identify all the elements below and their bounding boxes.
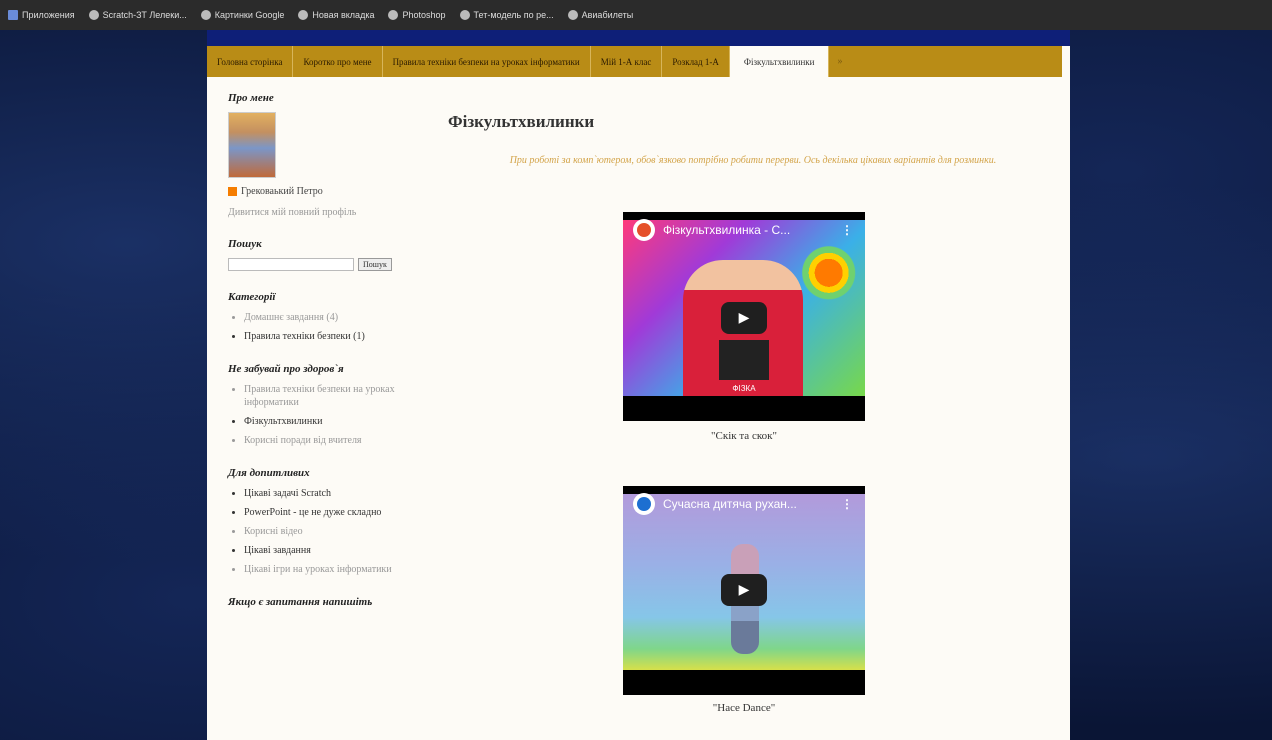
bookmark-apps[interactable]: Приложения (8, 10, 75, 20)
video-player-2[interactable]: Сучасна дитяча рухан... ⋮ ▶ (623, 486, 865, 695)
list-item[interactable]: Правила техніки безпеки (1) (244, 330, 408, 343)
globe-icon (200, 10, 211, 20)
tab-schedule[interactable]: Розклад 1-А (662, 46, 730, 77)
bookmark-test-model[interactable]: Тет-модель по ре... (459, 10, 554, 20)
bookmark-flights[interactable]: Авиабилеты (567, 10, 634, 20)
profile-name[interactable]: Грекова­ький Петро (241, 186, 323, 197)
bookmark-label: Приложения (22, 10, 75, 20)
channel-avatar[interactable] (633, 493, 655, 515)
bookmark-photoshop[interactable]: Photoshop (388, 10, 446, 20)
categories-widget: Категорії Домашнє завдання (4) Правила т… (228, 291, 408, 343)
globe-icon (567, 10, 578, 20)
tab-more[interactable]: » (829, 46, 850, 77)
list-item[interactable]: Цікаві ігри на уроках інформатики (244, 563, 408, 576)
list-item[interactable]: Домашнє завдання (4) (244, 311, 408, 324)
overlay-text: ФІЗКА (732, 384, 756, 393)
about-title: Про мене (228, 92, 274, 104)
profile-name-row: Грекова­ький Петро (228, 186, 408, 197)
apps-grid-icon (8, 10, 18, 20)
more-vert-icon[interactable]: ⋮ (841, 223, 853, 237)
post-title: Фізкультхвилинки (448, 112, 595, 131)
tab-class[interactable]: Мій 1-А клас (591, 46, 663, 77)
play-icon: ▶ (738, 310, 750, 326)
channel-avatar[interactable] (633, 219, 655, 241)
curious-widget: Для допитливих Цікаві задачі Scratch Pow… (228, 467, 408, 576)
globe-icon (459, 10, 470, 20)
blogger-navbar (207, 30, 1070, 46)
bookmark-label: Авиабилеты (581, 10, 634, 20)
play-button[interactable]: ▶ (721, 302, 767, 334)
post-area: Фізкультхвилинки При роботі за комп`ютер… (448, 112, 1038, 190)
more-icon: » (837, 56, 843, 67)
list-item[interactable]: PowerPoint - це не дуже складно (244, 506, 408, 519)
play-button[interactable]: ▶ (721, 574, 767, 606)
tab-safety-rules[interactable]: Правила техніки безпеки на уроках інформ… (383, 46, 591, 77)
bookmark-label: Тет-модель по ре... (473, 10, 554, 20)
blogger-icon (228, 187, 237, 196)
globe-icon (298, 10, 309, 20)
contact-widget: Якщо є запитання напишіть (228, 596, 408, 608)
tab-home[interactable]: Головна сторінка (207, 46, 294, 77)
video-title[interactable]: Фізкультхвилинка - С... (663, 223, 790, 237)
video-caption-1: "Скік та скок" (711, 430, 777, 442)
health-title: Не забувай про здоров`я (228, 363, 344, 375)
list-item[interactable]: Цікаві завдання (244, 544, 408, 557)
search-widget: Пошук Пошук (228, 238, 408, 271)
list-item[interactable]: Корисні поради від вчителя (244, 434, 408, 447)
list-item[interactable]: Корисні відео (244, 525, 408, 538)
sidebar: Про мене Грекова­ький Петро Дивитися мій… (228, 92, 408, 628)
bookmark-google-images[interactable]: Картинки Google (200, 10, 285, 20)
profile-link[interactable]: Дивитися мій повний профіль (228, 207, 408, 218)
video-caption-2: "Hace Dance" (712, 702, 776, 714)
tab-about[interactable]: Коротко про мене (293, 46, 383, 77)
globe-icon (88, 10, 99, 20)
categories-title: Категорії (228, 291, 276, 303)
post-intro: При роботі за комп`ютером, обов`язково п… (509, 155, 997, 166)
curious-title: Для допитливих (228, 467, 310, 479)
bookmark-new-tab[interactable]: Новая вкладка (298, 10, 374, 20)
search-button[interactable]: Пошук (358, 258, 392, 271)
list-item[interactable]: Цікаві задачі Scratch (244, 487, 408, 500)
bookmark-label: Scratch-ЗТ Лелеки... (102, 10, 187, 20)
video-player-1[interactable]: ФІЗКА Фізкультхвилинка - С... ⋮ ▶ (623, 212, 865, 421)
bookmark-label: Photoshop (402, 10, 446, 20)
video-header: Сучасна дитяча рухан... ⋮ (623, 486, 865, 522)
search-input[interactable] (228, 258, 354, 271)
more-vert-icon[interactable]: ⋮ (841, 497, 853, 511)
tab-exercises[interactable]: Фізкультхвилинки (729, 46, 830, 77)
bookmarks-bar: Приложения Scratch-ЗТ Лелеки... Картинки… (0, 0, 1272, 30)
bookmark-label: Картинки Google (214, 10, 285, 20)
about-widget: Про мене Грекова­ький Петро Дивитися мій… (228, 92, 408, 218)
video-header: Фізкультхвилинка - С... ⋮ (623, 212, 865, 248)
play-icon: ▶ (738, 582, 750, 598)
bookmark-scratch[interactable]: Scratch-ЗТ Лелеки... (88, 10, 187, 20)
bookmark-label: Новая вкладка (312, 10, 375, 20)
list-item[interactable]: Правила техніки безпеки на уроках інформ… (244, 383, 408, 409)
page-tabs: Головна сторінка Коротко про мене Правил… (207, 46, 1062, 77)
globe-icon (388, 10, 399, 20)
contact-title: Якщо є запитання напишіть (228, 596, 373, 608)
video-title[interactable]: Сучасна дитяча рухан... (663, 497, 797, 511)
list-item[interactable]: Фізкультхвилинки (244, 415, 408, 428)
search-title: Пошук (228, 238, 262, 250)
health-widget: Не забувай про здоров`я Правила техніки … (228, 363, 408, 447)
avatar[interactable] (228, 112, 276, 178)
